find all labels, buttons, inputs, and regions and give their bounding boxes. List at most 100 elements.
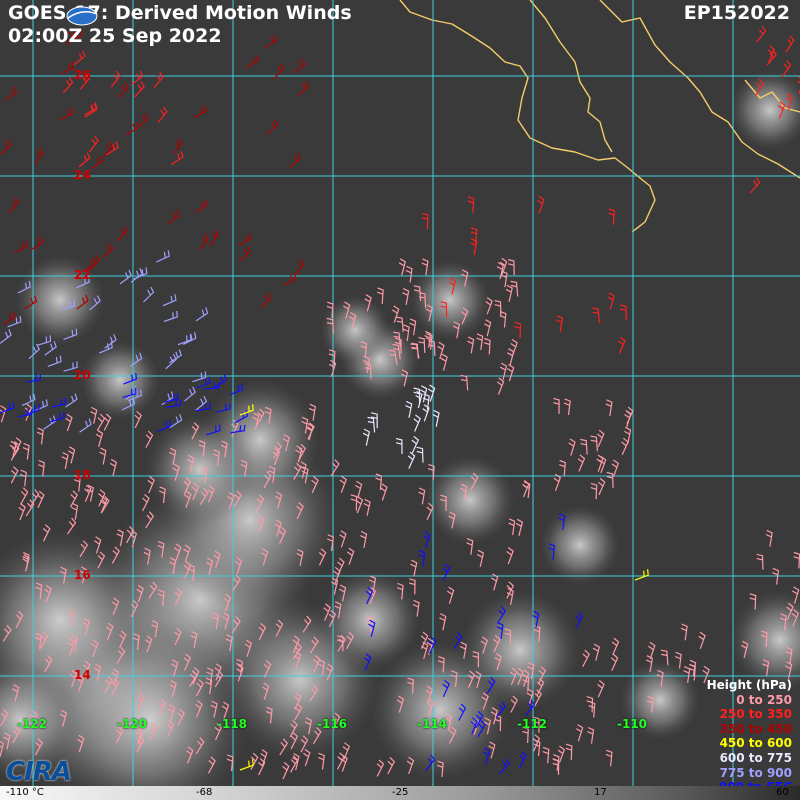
wind-barb [78, 152, 91, 168]
wind-barb [194, 199, 208, 213]
wind-barb [494, 300, 502, 316]
wind-barb [565, 743, 573, 760]
latitude-label: 16 [74, 568, 91, 582]
wind-barb [110, 70, 121, 88]
wind-barb [749, 177, 761, 194]
wind-barb [289, 152, 302, 169]
wind-barb [575, 724, 584, 742]
wind-barb [402, 288, 410, 306]
wind-barb [95, 429, 104, 447]
wind-barb [119, 269, 132, 285]
wind-barb [506, 547, 514, 565]
wind-barb [619, 304, 627, 321]
wind-barb [184, 386, 196, 402]
wind-barb [89, 135, 99, 153]
wind-barb [239, 245, 251, 262]
wind-barb [99, 447, 107, 465]
wind-barb [423, 531, 431, 549]
storm-id: EP152022 [683, 2, 790, 24]
wind-barb [421, 212, 429, 230]
latitude-label: 24 [74, 168, 91, 182]
wind-barb [68, 446, 76, 464]
wind-barb [476, 549, 485, 567]
wind-barb [195, 307, 209, 322]
wind-barb [354, 480, 363, 499]
wind-barb [407, 451, 416, 469]
cloud-patch [730, 70, 800, 150]
wind-barb [597, 680, 605, 698]
wind-barb [367, 416, 376, 433]
wind-barb [177, 333, 192, 346]
wind-barb [610, 653, 619, 671]
wind-barb [273, 63, 285, 80]
legend-title: Height (hPa) [706, 678, 792, 692]
wind-barb [380, 483, 388, 501]
longitude-label: -120 [117, 717, 148, 731]
cloud-layer [0, 70, 800, 800]
wind-barb [0, 329, 12, 344]
wind-barb [193, 105, 207, 118]
wind-barb [0, 405, 7, 423]
wind-barb [577, 454, 586, 472]
wind-barb [192, 371, 207, 383]
wind-barb [8, 197, 19, 214]
wind-barb [476, 333, 484, 351]
wind-barb [294, 259, 305, 276]
latitude-label: 18 [74, 468, 91, 482]
wind-barb [38, 459, 45, 477]
wind-barb [73, 50, 86, 66]
colorbar-label: -25 [392, 787, 409, 798]
wind-barb [442, 563, 451, 581]
cloud-patch [425, 455, 515, 545]
wind-barb [405, 400, 413, 418]
wind-barb [765, 529, 773, 547]
wind-barb [199, 233, 209, 251]
wind-barb [507, 348, 515, 366]
wind-barb [607, 292, 615, 310]
wind-barb [575, 611, 584, 630]
wind-barb [506, 363, 515, 382]
wind-barb [605, 749, 613, 767]
wind-barb [260, 292, 272, 309]
longitude-label: -114 [417, 717, 448, 731]
wind-barb [756, 553, 764, 570]
wind-barb [532, 734, 541, 752]
wind-barb [395, 437, 403, 455]
wind-barb [79, 418, 92, 433]
wind-barb [65, 413, 73, 432]
wind-barb [484, 319, 492, 337]
wind-barb [167, 209, 180, 225]
wind-barb [756, 25, 767, 43]
colorbar-label: 60 [776, 787, 789, 798]
wind-barb [28, 343, 41, 360]
wind-barb [377, 287, 384, 304]
wind-barb [422, 404, 430, 422]
wind-barb [195, 395, 208, 411]
legend-item: 350 to 450 [719, 721, 792, 736]
wind-barb [126, 121, 140, 136]
wind-barb [264, 34, 278, 49]
wind-barb [409, 318, 417, 336]
wind-barb [582, 649, 590, 667]
wind-barb [496, 377, 505, 395]
wind-barb [47, 355, 62, 367]
wind-barb [514, 321, 522, 339]
wind-barb [618, 336, 626, 354]
wind-barb [103, 141, 114, 158]
wind-barb [432, 409, 440, 427]
wind-barb [61, 451, 69, 470]
longitude-label: -118 [217, 717, 248, 731]
wind-barb [391, 305, 400, 323]
longitude-label: -110 [617, 717, 648, 731]
wind-barb [376, 759, 385, 777]
cloud-patch [410, 260, 490, 340]
wind-barb [22, 442, 30, 460]
wind-barb [460, 374, 469, 391]
legend-item: 250 to 350 [719, 707, 792, 722]
wind-barb [163, 310, 178, 323]
wind-barb [467, 336, 475, 354]
wind-barb [499, 362, 508, 380]
wind-barb [4, 86, 18, 101]
wind-barb [143, 286, 155, 303]
height-legend: Height (hPa) 0 to 250 250 to 350 350 to 45… [707, 678, 792, 795]
